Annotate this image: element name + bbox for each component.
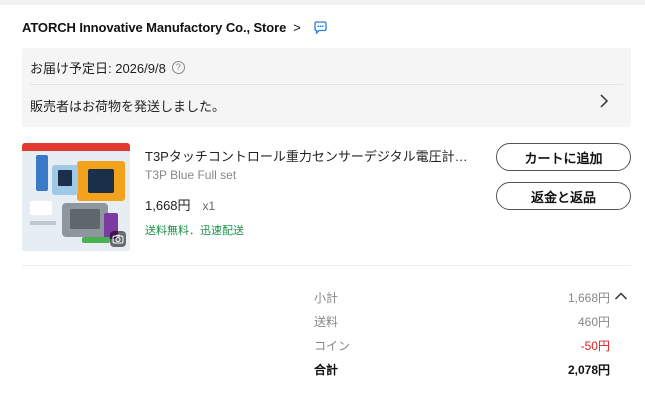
- product-title[interactable]: T3Pタッチコントロール重力センサーデジタル電圧計電流計: [145, 146, 475, 165]
- chevron-right-icon[interactable]: [599, 94, 609, 113]
- shipping-badge: 送料無料．迅速配送: [145, 225, 244, 237]
- summary-label: 小計: [314, 291, 339, 305]
- add-to-cart-button[interactable]: カートに追加: [496, 143, 631, 171]
- summary-label: 合計: [314, 363, 339, 377]
- camera-icon[interactable]: [110, 231, 126, 247]
- product-variant: T3P Blue Full set: [145, 168, 237, 182]
- delivery-eta: お届け予定日: 2026/9/8: [30, 60, 166, 76]
- help-question-icon[interactable]: ?: [171, 60, 185, 74]
- chat-bubble-icon[interactable]: [313, 20, 328, 35]
- chevron-right-icon[interactable]: >: [293, 20, 301, 35]
- summary-row-subtotal: 小計 1,668円: [314, 287, 610, 311]
- section-divider: [22, 265, 631, 266]
- refund-return-button[interactable]: 返金と返品: [496, 182, 631, 210]
- store-header[interactable]: ATORCH Innovative Manufactory Co., Store…: [22, 17, 328, 37]
- summary-row-total: 合計 2,078円: [314, 359, 610, 383]
- price-row: 1,668円 x1: [145, 195, 215, 214]
- summary-value: -50円: [580, 339, 610, 353]
- product-quantity: x1: [202, 199, 216, 213]
- order-summary: 小計 1,668円 送料 460円 コイン -50円 合計 2,078円: [314, 287, 610, 383]
- summary-value: 460円: [577, 315, 610, 329]
- chevron-up-icon[interactable]: [614, 289, 628, 303]
- store-name[interactable]: ATORCH Innovative Manufactory Co., Store: [22, 20, 286, 35]
- summary-row-coin: コイン -50円: [314, 335, 610, 359]
- delivery-info-box: お届け予定日: 2026/9/8 ? 販売者はお荷物を発送しました。: [22, 48, 631, 127]
- product-image[interactable]: [22, 143, 130, 251]
- summary-value: 2,078円: [567, 363, 610, 377]
- product-price: 1,668円: [145, 198, 191, 213]
- top-separator: [0, 0, 645, 5]
- summary-row-shipping: 送料 460円: [314, 311, 610, 335]
- summary-label: コイン: [314, 339, 351, 353]
- delivery-divider: [30, 84, 623, 85]
- shipping-status[interactable]: 販売者はお荷物を発送しました。: [30, 96, 225, 115]
- summary-value: 1,668円: [567, 291, 610, 305]
- summary-label: 送料: [314, 315, 339, 329]
- delivery-eta-row: お届け予定日: 2026/9/8 ?: [30, 58, 185, 76]
